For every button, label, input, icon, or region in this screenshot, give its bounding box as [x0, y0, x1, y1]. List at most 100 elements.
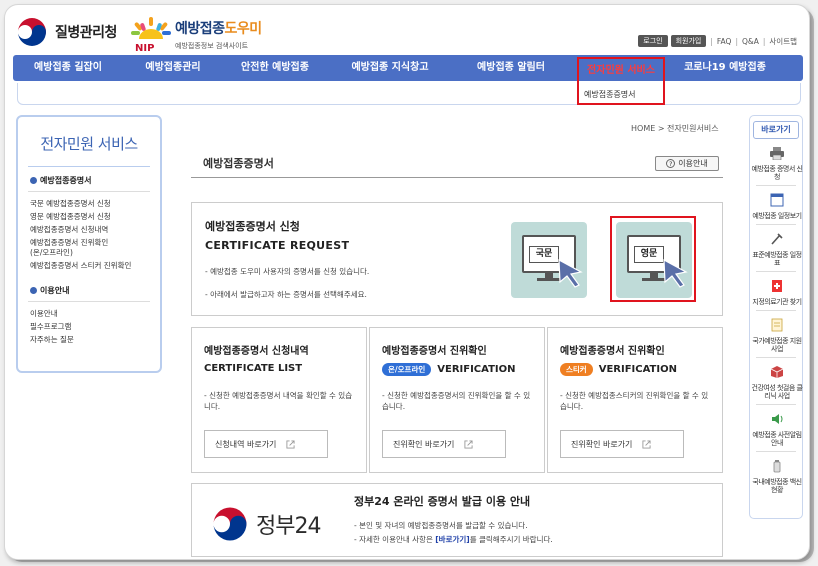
nip-sun-icon: NIP	[131, 17, 171, 53]
verify-sticker-desc: - 신청한 예방접종스티커의 진위확인을 할 수 있습니다.	[560, 391, 709, 411]
nav-guide[interactable]: 예방접종 길잡이	[13, 55, 123, 81]
nav-eservice[interactable]: 전자민원 서비스	[579, 61, 663, 76]
list-title-en: CERTIFICATE LIST	[204, 363, 303, 374]
side-item-guide[interactable]: 이용안내	[30, 309, 160, 319]
verify-online-panel: 예방접종증명서 진위확인 온/오프라인 VERIFICATION - 신청한 예방…	[369, 327, 545, 473]
quick-national-program[interactable]: 국가예방접종 지원사업	[750, 317, 804, 353]
document-icon	[771, 318, 783, 332]
quick-find-clinic[interactable]: 지정의료기관 찾기	[750, 278, 804, 306]
verify-online-desc: - 신청한 예방접종증명서의 진위확인을 할 수 있습니다.	[382, 391, 531, 411]
site-logo[interactable]: NIP 예방접종도우미 예방접종정보 검색사이트	[129, 15, 289, 55]
verify-sticker-title: 예방접종증명서 진위확인	[560, 346, 665, 357]
verify-online-go-button[interactable]: 진위확인 바로가기	[382, 430, 506, 458]
english-label: 영문	[634, 246, 664, 263]
box-icon	[770, 366, 784, 378]
request-title-en: CERTIFICATE REQUEST	[205, 239, 350, 252]
list-title: 예방접종증명서 신청내역	[204, 346, 309, 357]
cursor-arrow-icon	[663, 258, 688, 288]
taegeuk-icon	[16, 16, 48, 48]
page-title: 예방접종증명서	[203, 157, 274, 170]
site-subtitle: 예방접종정보 검색사이트	[175, 42, 249, 50]
gov24-logo[interactable]: 정부24	[210, 504, 321, 544]
quick-women-clinic[interactable]: 건강여성 첫걸음 클리닉 사업	[750, 364, 804, 400]
request-desc-1: - 예방접종 도우미 사용자의 증명서를 신청 있습니다.	[205, 267, 370, 276]
taegeuk-icon	[211, 505, 249, 543]
quick-certificate-request[interactable]: 예방접종 증명서 신청	[750, 145, 804, 181]
utility-links: 로그인 회원가입 | FAQ | Q&A | 사이트맵	[635, 35, 797, 47]
verify-online-title-en: 온/오프라인 VERIFICATION	[382, 363, 516, 376]
online-offline-badge: 온/오프라인	[382, 363, 432, 376]
side-item-english-request[interactable]: 영문 예방접종증명서 신청	[30, 212, 160, 222]
divider	[28, 301, 150, 302]
nav-knowledge[interactable]: 예방접종 지식창고	[327, 55, 453, 81]
list-desc: - 신청한 예방접종증명서 내역을 확인할 수 있습니다.	[204, 391, 353, 411]
verify-sticker-go-button[interactable]: 진위확인 바로가기	[560, 430, 684, 458]
gov24-logo-text: 정부24	[256, 514, 321, 539]
vaccine-icon	[773, 460, 781, 473]
quick-standard-schedule[interactable]: 표준예방접종 일정표	[750, 231, 804, 267]
side-item-faq[interactable]: 자주하는 질문	[30, 335, 160, 345]
printer-icon	[770, 147, 784, 161]
divider	[28, 166, 150, 167]
quick-advance-notice[interactable]: 예방접종 사전알림안내	[750, 411, 804, 447]
divider	[756, 357, 796, 358]
cursor-arrow-icon	[558, 258, 583, 288]
quick-schedule[interactable]: 예방접종 일정보기	[750, 192, 804, 220]
nav-management[interactable]: 예방접종관리	[123, 55, 223, 81]
sitemap-link[interactable]: 사이트맵	[769, 36, 797, 47]
kdca-logo[interactable]: 질병관리청	[15, 15, 117, 49]
submenu-certificate[interactable]: 예방접종증명서	[584, 89, 636, 100]
side-menu-title: 전자민원 서비스	[40, 135, 138, 153]
faq-link[interactable]: FAQ	[717, 37, 732, 46]
bullet-icon	[30, 287, 37, 294]
side-item-verify-sticker[interactable]: 예방접종증명서 스티커 진위확인	[30, 261, 160, 271]
side-section-certificate: 예방접종증명서	[30, 175, 160, 186]
login-button[interactable]: 로그인	[638, 35, 668, 47]
calendar-icon	[770, 193, 784, 207]
bullet-icon	[30, 177, 37, 184]
sticker-badge: 스티커	[560, 363, 593, 376]
quick-menu-title: 바로가기	[753, 121, 799, 139]
side-section-guide: 이용안내	[30, 285, 160, 296]
divider	[28, 191, 150, 192]
nav-covid19[interactable]: 코로나19 예방접종	[665, 55, 785, 81]
help-button[interactable]: ? 이용안내	[655, 156, 719, 171]
external-link-icon	[642, 439, 651, 449]
syringe-icon	[771, 233, 783, 245]
nav-eservice-highlight: 전자민원 서비스 예방접종증명서	[577, 57, 665, 105]
divider	[756, 185, 796, 186]
side-item-korean-request[interactable]: 국문 예방접종증명서 신청	[30, 199, 160, 209]
verify-sticker-title-en: 스티커 VERIFICATION	[560, 363, 677, 376]
request-panel: 예방접종증명서 신청 CERTIFICATE REQUEST - 예방접종 도우…	[191, 202, 723, 316]
title-divider	[191, 177, 723, 178]
separator: |	[735, 36, 738, 46]
main-nav: 예방접종 길잡이 예방접종관리 안전한 예방접종 예방접종 지식창고 예방접종 …	[13, 55, 803, 81]
korean-certificate-button[interactable]: 국문	[511, 222, 587, 298]
side-item-programs[interactable]: 필수프로그램	[30, 322, 160, 332]
quick-vaccine-status[interactable]: 국내예방접종 백신현황	[750, 458, 804, 494]
divider	[756, 224, 796, 225]
certificate-list-panel: 예방접종증명서 신청내역 CERTIFICATE LIST - 신청한 예방접종…	[191, 327, 367, 473]
side-item-verify-online[interactable]: 예방접종증명서 진위확인 (온/오프라인)	[30, 238, 160, 258]
side-menu: 전자민원 서비스 예방접종증명서 국문 예방접종증명서 신청 영문 예방접종증명…	[16, 115, 162, 373]
quick-menu: 바로가기 예방접종 증명서 신청 예방접종 일정보기 표준예방접종 일정표 지정…	[749, 115, 803, 519]
signup-button[interactable]: 회원가입	[670, 35, 707, 47]
hospital-cross-icon	[772, 280, 782, 292]
gov24-title: 정부24 온라인 증명서 발급 이용 안내	[354, 495, 531, 508]
submenu-bar	[17, 83, 801, 105]
list-go-button[interactable]: 신청내역 바로가기	[204, 430, 328, 458]
site-name: 예방접종도우미	[175, 21, 262, 37]
breadcrumb: HOME > 전자민원서비스	[631, 124, 719, 133]
divider	[756, 451, 796, 452]
english-certificate-button[interactable]: 영문	[616, 222, 692, 298]
request-desc-2: - 아래에서 발급하고자 하는 증명서를 선택해주세요.	[205, 290, 367, 299]
gov24-desc-2: - 자세한 이용안내 사항은 [바로가기]를 클릭해주시기 바랍니다.	[354, 535, 553, 544]
speaker-icon	[772, 414, 783, 424]
side-item-request-list[interactable]: 예방접종증명서 신청내역	[30, 225, 160, 235]
nav-safety[interactable]: 안전한 예방접종	[223, 55, 327, 81]
separator: |	[710, 36, 713, 46]
nav-notice[interactable]: 예방접종 알림터	[453, 55, 569, 81]
gov24-shortcut-link[interactable]: [바로가기]	[435, 535, 469, 544]
qa-link[interactable]: Q&A	[742, 37, 759, 46]
question-icon: ?	[666, 159, 676, 168]
